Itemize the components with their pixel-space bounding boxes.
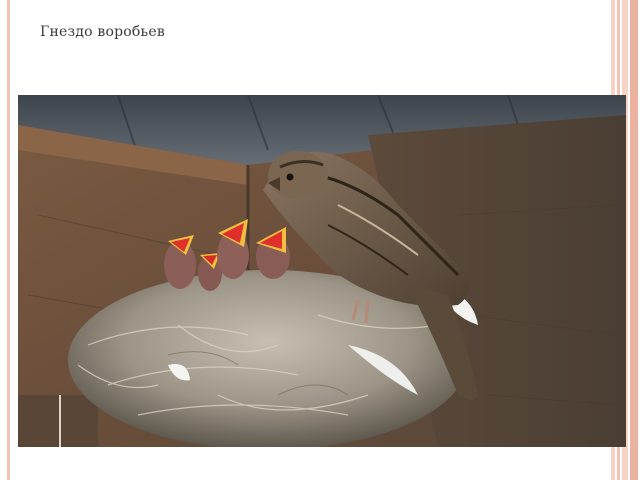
sparrow-nest-photo [18,95,626,447]
slide: Гнездо воробьев [0,0,640,480]
slide-title: Гнездо воробьев [40,24,165,40]
left-accent-stripe [7,0,10,480]
